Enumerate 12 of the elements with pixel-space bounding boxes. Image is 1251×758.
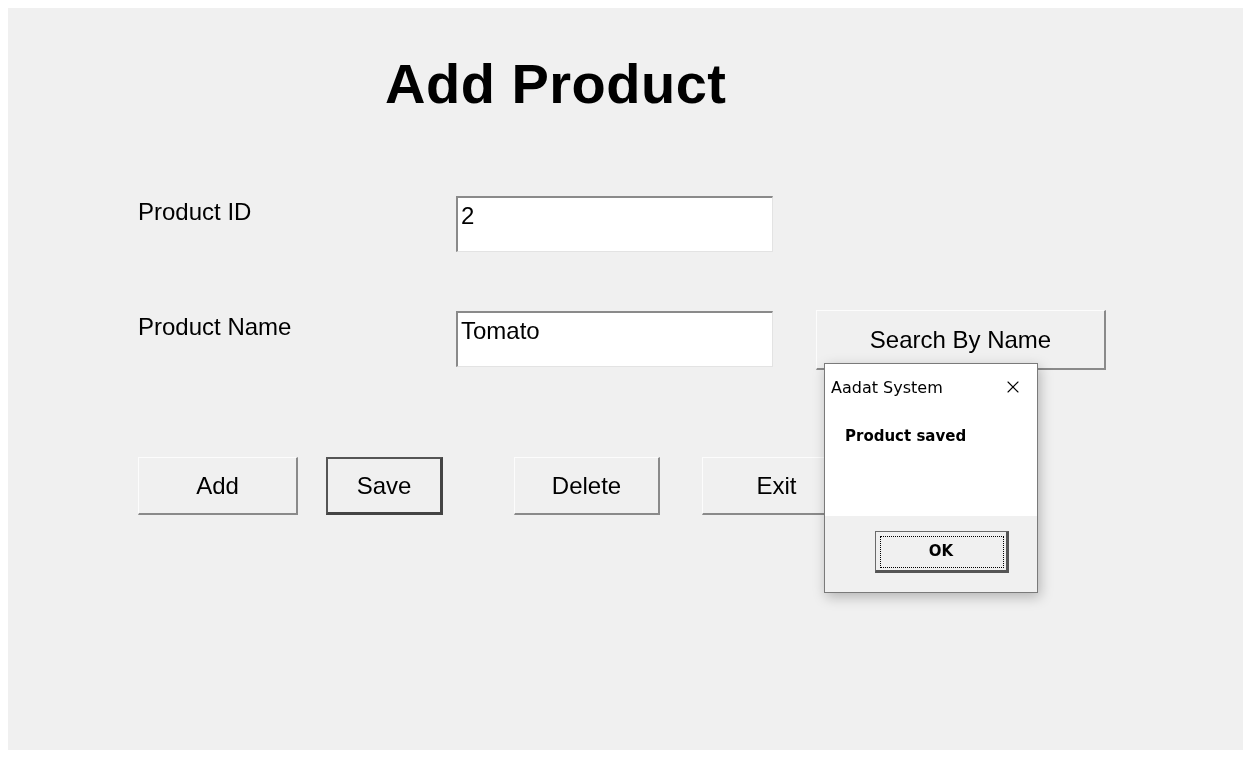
dialog-title: Aadat System [831, 377, 943, 397]
action-button[interactable]: Delete [514, 457, 660, 515]
field-label: Product Name [138, 312, 293, 342]
input-field[interactable]: Tomato [456, 311, 773, 367]
dialog-message: Product saved [845, 427, 967, 445]
action-button[interactable]: Save [326, 457, 443, 515]
page-title: Add Product [385, 52, 728, 116]
search-button[interactable]: Search By Name [816, 310, 1106, 370]
input-field[interactable]: 2 [456, 196, 773, 252]
field-label: Product ID [138, 197, 253, 227]
ok-button[interactable]: OK [875, 531, 1009, 573]
action-button[interactable]: Add [138, 457, 298, 515]
